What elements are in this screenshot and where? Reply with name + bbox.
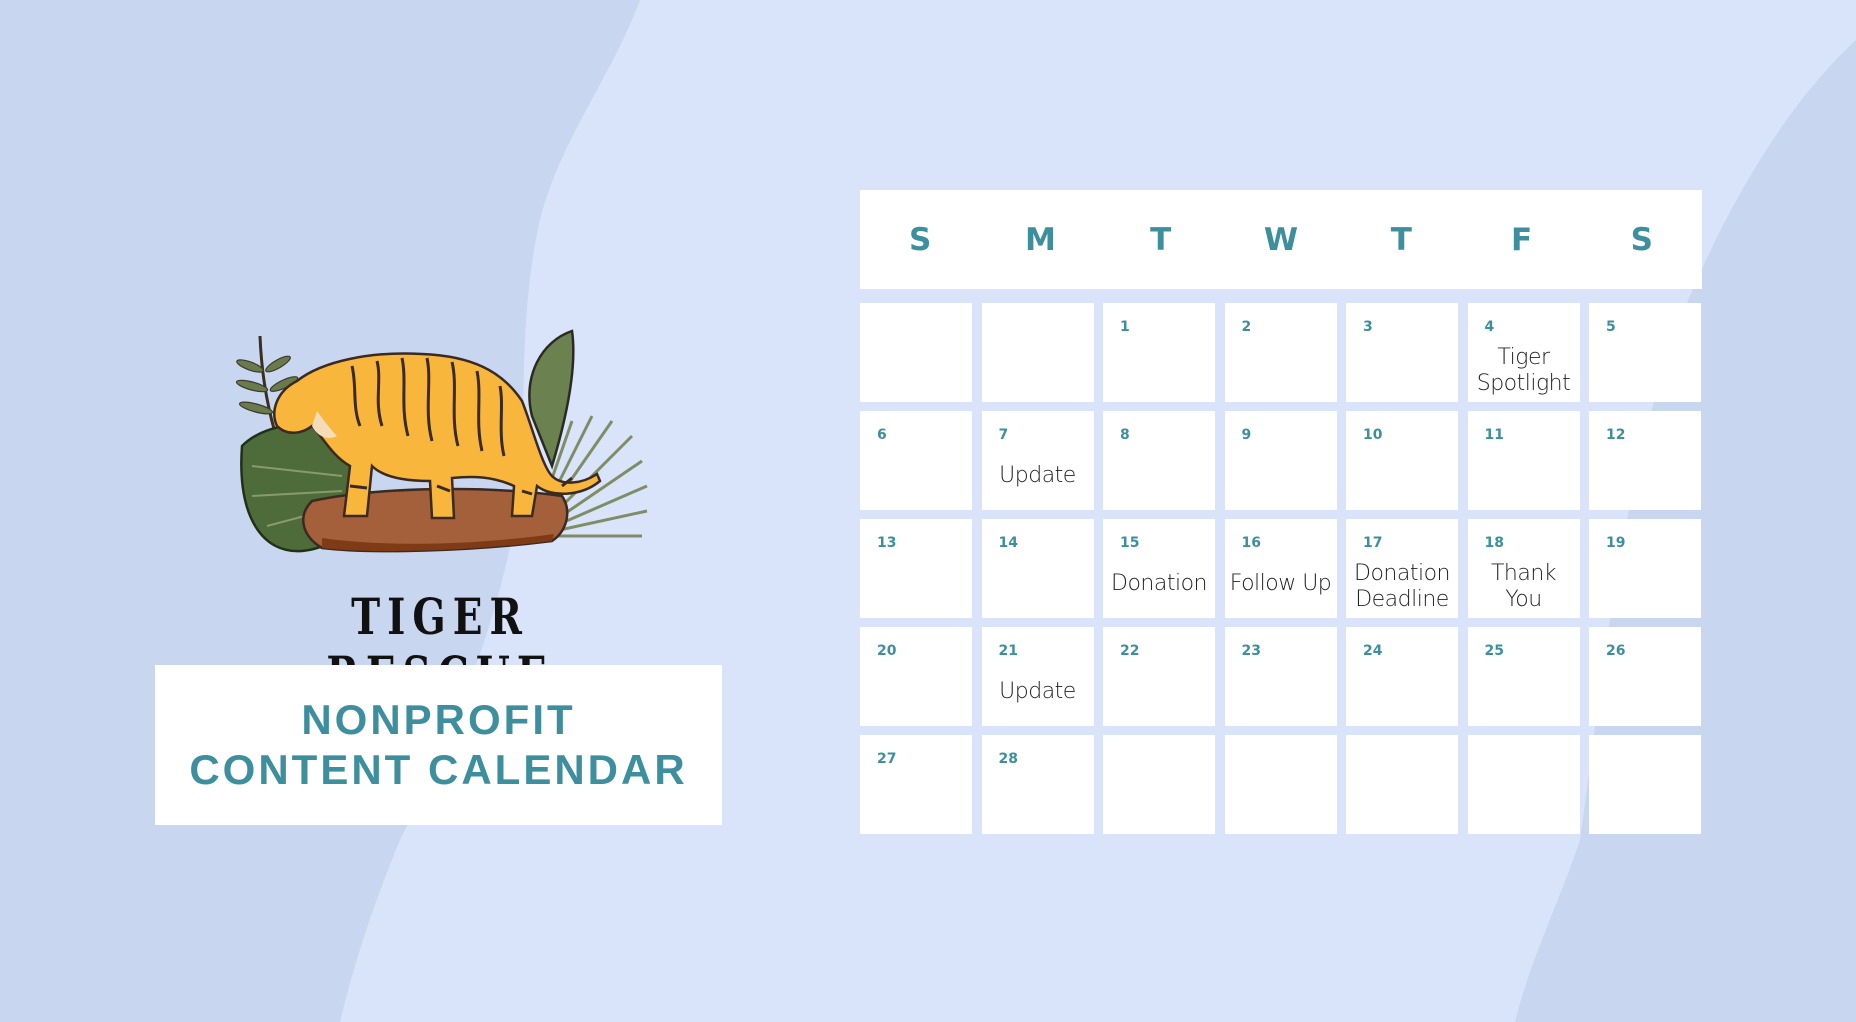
event-label: Follow Up: [1225, 571, 1337, 597]
event-label: Thank You: [1468, 561, 1580, 613]
weekday-label: F: [1510, 221, 1533, 258]
event-label: Update: [982, 679, 1094, 705]
calendar-day-28[interactable]: 28: [981, 735, 1094, 834]
weekday-header: SMTWTFS: [860, 190, 1702, 289]
calendar-empty-cell[interactable]: [1346, 735, 1458, 834]
event-label-line: Update: [999, 679, 1076, 704]
event-label-line: Donation: [1354, 561, 1450, 586]
day-number: 26: [1606, 643, 1626, 659]
weekday-label: M: [1024, 221, 1056, 258]
calendar-day-22[interactable]: 22: [1103, 627, 1215, 726]
calendar-day-3[interactable]: 3: [1346, 303, 1458, 402]
calendar-empty-cell[interactable]: [1103, 735, 1215, 834]
day-number: 2: [1241, 319, 1252, 335]
day-number: 19: [1606, 535, 1626, 551]
day-number: 9: [1241, 427, 1252, 443]
calendar-day-7[interactable]: 7 Update: [981, 411, 1094, 510]
day-number: 12: [1606, 427, 1626, 443]
calendar-empty-cell[interactable]: [1589, 735, 1701, 834]
title-card: NONPROFIT CONTENT CALENDAR: [155, 665, 722, 825]
day-number: 8: [1120, 427, 1130, 443]
weekday-label: W: [1263, 221, 1299, 258]
calendar-day-20[interactable]: 20: [860, 627, 972, 726]
calendar-day-21[interactable]: 21 Update: [981, 627, 1094, 726]
calendar-day-26[interactable]: 26: [1589, 627, 1701, 726]
event-label: Update: [982, 463, 1094, 489]
calendar-day-16[interactable]: 16 Follow Up: [1224, 519, 1337, 618]
calendar-day-12[interactable]: 12: [1589, 411, 1701, 510]
day-number: 17: [1363, 535, 1383, 551]
day-number: 6: [877, 427, 887, 443]
day-number: 1: [1120, 319, 1130, 335]
calendar-day-11[interactable]: 11: [1467, 411, 1580, 510]
day-number: 15: [1120, 535, 1140, 551]
weekday-label: T: [1150, 221, 1172, 258]
day-number: 5: [1606, 319, 1616, 335]
day-number: 22: [1120, 643, 1140, 659]
calendar-day-24[interactable]: 24: [1346, 627, 1458, 726]
calendar-day-17[interactable]: 17 Donation Deadline: [1346, 519, 1458, 618]
day-number: 28: [998, 751, 1018, 767]
day-number: 18: [1484, 535, 1504, 551]
calendar-day-18[interactable]: 18 Thank You: [1467, 519, 1580, 618]
event-label-line: Spotlight: [1476, 371, 1571, 396]
calendar-day-9[interactable]: 9: [1224, 411, 1337, 510]
calendar-day-6[interactable]: 6: [860, 411, 972, 510]
event-label: Tiger Spotlight: [1468, 345, 1580, 397]
calendar-day-4[interactable]: 4 Tiger Spotlight: [1467, 303, 1580, 402]
day-number: 10: [1363, 427, 1383, 443]
calendar-day-19[interactable]: 19: [1589, 519, 1701, 618]
calendar-day-27[interactable]: 27: [860, 735, 972, 834]
title-line-2: CONTENT CALENDAR: [189, 746, 688, 793]
day-number: 23: [1241, 643, 1261, 659]
calendar-day-25[interactable]: 25: [1467, 627, 1580, 726]
event-label-line: You: [1505, 587, 1542, 612]
tiger-logo-icon: [235, 329, 648, 553]
calendar-day-8[interactable]: 8: [1103, 411, 1215, 510]
event-label-line: Thank: [1490, 561, 1557, 586]
day-number: 21: [998, 643, 1018, 659]
title-line-1: NONPROFIT: [301, 696, 576, 743]
weekday-label: S: [1630, 221, 1653, 258]
day-number: 3: [1363, 319, 1373, 335]
calendar-day-5[interactable]: 5: [1589, 303, 1701, 402]
calendar-empty-cell[interactable]: [981, 303, 1094, 402]
day-number: 11: [1484, 427, 1504, 443]
calendar-day-10[interactable]: 10: [1346, 411, 1458, 510]
calendar-grid: 1 2 3 4 Tiger Spotlight 5 6 7 Update 8 9 10 11 12 13 14 1…: [860, 303, 1701, 834]
event-label: Donation Deadline: [1346, 561, 1458, 613]
event-label-line: Follow Up: [1229, 571, 1332, 596]
day-number: 16: [1241, 535, 1261, 551]
calendar-day-13[interactable]: 13: [860, 519, 972, 618]
calendar-day-23[interactable]: 23: [1224, 627, 1337, 726]
event-label: Donation: [1103, 571, 1215, 597]
day-number: 25: [1484, 643, 1504, 659]
calendar-day-14[interactable]: 14: [981, 519, 1094, 618]
day-number: 24: [1363, 643, 1383, 659]
day-number: 20: [877, 643, 897, 659]
day-number: 14: [998, 535, 1018, 551]
calendar-day-2[interactable]: 2: [1224, 303, 1337, 402]
day-number: 7: [998, 427, 1009, 443]
event-label-line: Update: [999, 463, 1076, 488]
event-label-line: Donation: [1111, 571, 1207, 596]
calendar-day-1[interactable]: 1: [1103, 303, 1215, 402]
event-label-line: Deadline: [1355, 587, 1449, 612]
day-number: 4: [1484, 319, 1495, 335]
calendar-day-15[interactable]: 15 Donation: [1103, 519, 1215, 618]
event-label-line: Tiger: [1497, 345, 1550, 370]
day-number: 27: [877, 751, 897, 767]
weekday-label: T: [1390, 221, 1412, 258]
day-number: 13: [877, 535, 897, 551]
calendar-empty-cell[interactable]: [860, 303, 972, 402]
calendar-empty-cell[interactable]: [1467, 735, 1580, 834]
calendar-empty-cell[interactable]: [1224, 735, 1337, 834]
weekday-label: S: [908, 221, 932, 258]
